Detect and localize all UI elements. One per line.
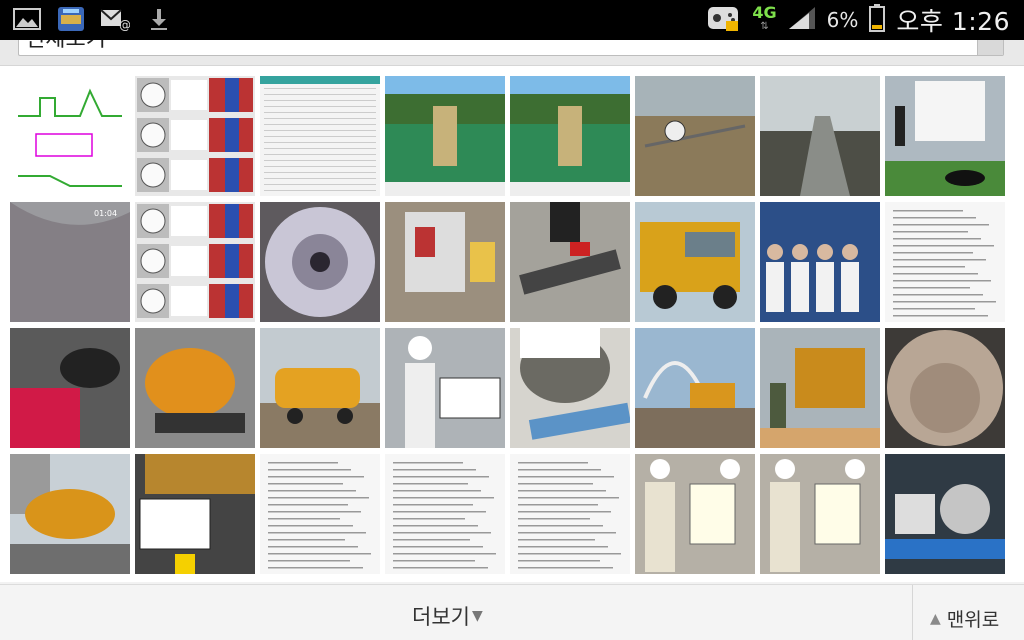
gauge-collage-thumbnail[interactable] xyxy=(135,76,255,196)
thumbnail-image xyxy=(760,328,880,448)
scroll-to-top-button[interactable]: ▲ 맨위로 xyxy=(930,605,999,632)
view-filter-value: 전체보기 xyxy=(25,40,106,51)
site-truck-worker-thumbnail[interactable] xyxy=(760,328,880,448)
pipe-camera-thumbnail[interactable] xyxy=(260,202,380,322)
label-sign-thumbnail[interactable] xyxy=(135,454,255,574)
dropdown-button[interactable] xyxy=(977,40,1003,55)
thumbnail-image xyxy=(510,454,630,574)
shoreline-site-thumbnail[interactable] xyxy=(760,76,880,196)
thumbnail-image xyxy=(760,202,880,322)
bottom-bar: 더보기 ▼ ▲ 맨위로 xyxy=(0,584,1024,640)
diagram-thumbnail[interactable] xyxy=(10,76,130,196)
thumbnail-image: 01:04 xyxy=(10,202,130,322)
image-gallery: 01:04 xyxy=(0,66,1024,582)
filter-strip: 전체보기 xyxy=(0,40,1024,66)
pressure-gauge-field-thumbnail[interactable] xyxy=(635,76,755,196)
orange-vacuum-truck-thumbnail[interactable] xyxy=(135,328,255,448)
thumbnail-image xyxy=(885,202,1005,322)
chevron-down-icon: ▼ xyxy=(471,608,483,624)
thumbnail-image xyxy=(10,76,130,196)
thumbnail-image xyxy=(385,202,505,322)
thumbnail-image xyxy=(885,76,1005,196)
thumbnail-image xyxy=(510,202,630,322)
thumbnail-image xyxy=(510,328,630,448)
divider xyxy=(912,585,913,640)
data-arrows-icon: ⇅ xyxy=(760,21,769,32)
thumbnail-image xyxy=(135,202,255,322)
svg-text:@: @ xyxy=(119,18,130,31)
more-button[interactable]: 더보기 ▼ xyxy=(412,601,483,631)
thumbnail-image xyxy=(885,328,1005,448)
signal-icon xyxy=(787,5,817,35)
pump-motor-thumbnail[interactable] xyxy=(885,454,1005,574)
thumbnail-grid: 01:04 xyxy=(10,76,1005,574)
image-app-icon xyxy=(56,6,86,32)
status-bar: @ 4G ⇅ 6% 오후 1:26 xyxy=(0,0,1024,40)
battery-percent: 6% xyxy=(826,8,859,32)
thumbnail-image xyxy=(135,328,255,448)
thumbnail-image xyxy=(385,328,505,448)
gallery-icon xyxy=(12,6,42,32)
thumbnail-image xyxy=(385,76,505,196)
notification-icons: @ xyxy=(12,6,174,32)
hose-pipe-thumbnail[interactable] xyxy=(510,328,630,448)
thumbnail-image xyxy=(760,454,880,574)
tank-valve-photo-thumbnail-2[interactable] xyxy=(510,76,630,196)
thumbnail-image xyxy=(635,454,755,574)
gauge-collage-thumbnail-2[interactable] xyxy=(135,202,255,322)
thumbnail-image xyxy=(135,454,255,574)
lab-test-thumbnail-2[interactable] xyxy=(760,454,880,574)
thumbnail-image xyxy=(260,328,380,448)
svg-text:01:04: 01:04 xyxy=(94,209,117,218)
document-page-thumbnail-4[interactable] xyxy=(510,454,630,574)
thumbnail-image xyxy=(260,454,380,574)
game-controller-icon xyxy=(706,3,742,37)
thumbnail-image xyxy=(260,76,380,196)
clock: 오후 1:26 xyxy=(896,7,1010,36)
thumbnail-image xyxy=(260,202,380,322)
thumbnail-image xyxy=(510,76,630,196)
pipe-soil-thumbnail[interactable] xyxy=(885,328,1005,448)
arrow-up-icon: ▲ xyxy=(930,610,941,627)
pipe-interior-thumbnail[interactable]: 01:04 xyxy=(10,202,130,322)
thumbnail-image xyxy=(10,454,130,574)
download-icon xyxy=(144,6,174,32)
more-label: 더보기 xyxy=(412,605,470,629)
pipe-cutting-thumbnail[interactable] xyxy=(510,202,630,322)
street-truck-thumbnail[interactable] xyxy=(10,454,130,574)
thumbnail-image xyxy=(760,76,880,196)
document-page-thumbnail[interactable] xyxy=(885,202,1005,322)
mail-icon: @ xyxy=(100,6,130,32)
battery-icon xyxy=(868,3,886,37)
network-type: 4G ⇅ xyxy=(752,5,776,34)
yellow-tanker-thumbnail[interactable] xyxy=(260,328,380,448)
truck-manhole-thumbnail[interactable] xyxy=(885,76,1005,196)
system-status: 4G ⇅ 6% 오후 1:26 xyxy=(706,2,1010,38)
thumbnail-image xyxy=(635,76,755,196)
thumbnail-image xyxy=(885,454,1005,574)
thumbnail-image xyxy=(10,328,130,448)
thumbnail-image xyxy=(635,328,755,448)
view-filter-select[interactable]: 전체보기 xyxy=(18,40,1004,56)
thumbnail-image xyxy=(635,202,755,322)
thumbnail-image xyxy=(385,454,505,574)
data-table-thumbnail[interactable] xyxy=(260,76,380,196)
to-top-label: 맨위로 xyxy=(946,609,1000,631)
tank-valve-photo-thumbnail[interactable] xyxy=(385,76,505,196)
document-page-thumbnail-3[interactable] xyxy=(385,454,505,574)
pressure-test-worker-thumbnail[interactable] xyxy=(385,328,505,448)
document-page-thumbnail-2[interactable] xyxy=(260,454,380,574)
lab-test-thumbnail[interactable] xyxy=(635,454,755,574)
thumbnail-image xyxy=(135,76,255,196)
red-equipment-thumbnail[interactable] xyxy=(10,328,130,448)
control-panel-thumbnail[interactable] xyxy=(385,202,505,322)
bridge-truck-thumbnail[interactable] xyxy=(635,328,755,448)
exhibition-group-thumbnail[interactable] xyxy=(760,202,880,322)
yellow-truck-thumbnail[interactable] xyxy=(635,202,755,322)
